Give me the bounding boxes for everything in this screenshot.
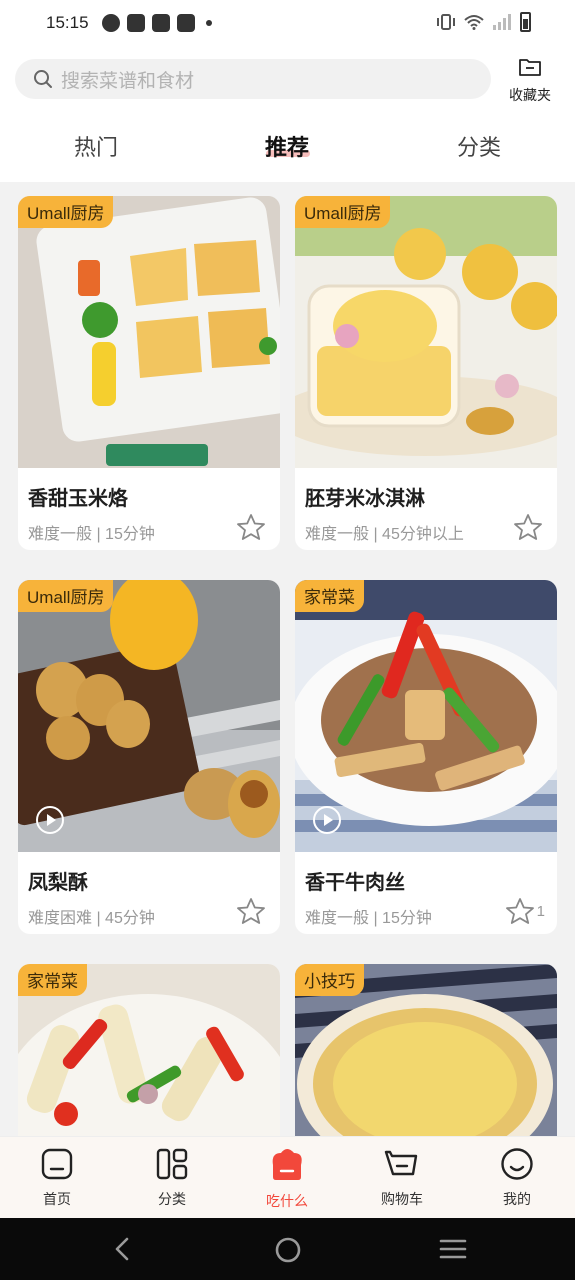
recipe-title: 凤梨酥	[28, 872, 88, 894]
status-time: 15:15	[46, 13, 89, 32]
nav-cart[interactable]: 购物车	[362, 1147, 442, 1209]
favorites-button[interactable]: 收藏夹	[505, 56, 555, 105]
signal-icon	[493, 14, 511, 30]
recipe-badge: Umall厨房	[295, 196, 391, 228]
tab-categories[interactable]: 分类	[429, 130, 529, 162]
video-play-icon	[36, 806, 64, 834]
ice-cream-photo	[295, 196, 557, 468]
tab-recommended[interactable]: 推荐	[237, 130, 337, 162]
star-icon	[237, 514, 265, 540]
recipe-feed[interactable]: Umall厨房 香甜玉米烙 难度一般 | 15分钟 Umall厨房 胚芽米冰淇淋…	[0, 182, 575, 1136]
recipe-meta: 难度一般 | 15分钟 1	[305, 898, 557, 934]
folder-icon	[519, 59, 541, 76]
notification-app-icon	[127, 14, 145, 32]
recipe-image: 家常菜	[295, 580, 557, 852]
video-play-icon	[313, 806, 341, 834]
search-icon	[34, 70, 52, 88]
recipe-difficulty-time: 难度一般 | 45分钟以上	[305, 526, 464, 543]
nav-what-to-eat-label: 吃什么	[266, 1193, 308, 1209]
corn-pancake-photo	[18, 196, 280, 468]
clock-app-icon	[102, 14, 120, 32]
status-bar: 15:15	[0, 0, 575, 46]
favorites-label: 收藏夹	[509, 87, 551, 103]
recipe-badge: Umall厨房	[18, 196, 114, 228]
nav-category-label: 分类	[158, 1191, 186, 1207]
recipe-image: Umall厨房	[295, 196, 557, 468]
nav-category[interactable]: 分类	[132, 1147, 212, 1209]
nav-profile[interactable]: 我的	[477, 1147, 557, 1209]
bottom-navigation: 首页 分类 吃什么 购物车 我的	[0, 1136, 575, 1218]
wifi-icon	[464, 15, 484, 30]
recipe-image: 家常菜	[18, 964, 280, 1136]
star-icon	[514, 514, 542, 540]
recipe-meta: 难度一般 | 45分钟以上	[305, 514, 557, 550]
category-tabs: 热门 推荐 分类	[0, 130, 575, 170]
recipe-image: 小技巧	[295, 964, 557, 1136]
recipe-title: 胚芽米冰淇淋	[305, 488, 425, 510]
nav-profile-label: 我的	[503, 1191, 531, 1207]
profile-icon	[501, 1148, 533, 1180]
recipe-badge: 小技巧	[295, 964, 364, 996]
nav-cart-label: 购物车	[381, 1191, 423, 1207]
recipe-badge: 家常菜	[18, 964, 87, 996]
recipe-card[interactable]: 家常菜 香干牛肉丝 难度一般 | 15分钟 1	[295, 580, 557, 934]
home-icon	[41, 1148, 73, 1180]
recipe-card[interactable]: Umall厨房 凤梨酥 难度困难 | 45分钟	[18, 580, 280, 934]
chef-hat-icon	[272, 1149, 302, 1180]
recipe-card[interactable]: 家常菜	[18, 964, 280, 1136]
tab-hot[interactable]: 热门	[46, 130, 146, 162]
star-icon	[505, 898, 534, 924]
search-bar[interactable]: 搜索菜谱和食材	[15, 59, 491, 99]
home-circle-icon[interactable]	[274, 1236, 302, 1264]
header: 搜索菜谱和食材 收藏夹 热门 推荐 分类	[0, 46, 575, 182]
vibrate-icon	[437, 14, 455, 30]
recipe-meta: 难度困难 | 45分钟	[28, 898, 280, 934]
search-placeholder: 搜索菜谱和食材	[61, 70, 195, 92]
recipe-difficulty-time: 难度一般 | 15分钟	[28, 526, 155, 543]
recipe-image: Umall厨房	[18, 196, 280, 468]
system-status-icons	[436, 12, 531, 32]
category-icon	[156, 1148, 188, 1180]
recipe-badge: Umall厨房	[18, 580, 114, 612]
favorite-toggle[interactable]	[236, 513, 268, 541]
notification-app-icon	[152, 14, 170, 32]
nav-home[interactable]: 首页	[17, 1147, 97, 1209]
notification-icons	[102, 14, 212, 32]
battery-icon	[520, 12, 531, 32]
recipe-badge: 家常菜	[295, 580, 364, 612]
recents-menu-icon[interactable]	[439, 1236, 467, 1262]
favorite-toggle[interactable]	[236, 897, 268, 925]
recipe-title: 香干牛肉丝	[305, 872, 405, 894]
recipe-difficulty-time: 难度困难 | 45分钟	[28, 910, 155, 927]
favorite-toggle[interactable]	[513, 513, 545, 541]
nav-what-to-eat[interactable]: 吃什么	[247, 1147, 327, 1211]
recipe-meta: 难度一般 | 15分钟	[28, 514, 280, 550]
favorite-count: 1	[536, 902, 545, 920]
nav-home-label: 首页	[43, 1191, 71, 1207]
recipe-image: Umall厨房	[18, 580, 280, 852]
recipe-title: 香甜玉米烙	[28, 488, 128, 510]
favorite-toggle[interactable]: 1	[505, 897, 545, 925]
recipe-card[interactable]: Umall厨房 胚芽米冰淇淋 难度一般 | 45分钟以上	[295, 196, 557, 550]
star-icon	[237, 898, 265, 924]
notification-app-icon	[177, 14, 195, 32]
more-notifications-dot	[206, 20, 212, 26]
system-navigation-bar	[0, 1218, 575, 1280]
back-icon[interactable]	[112, 1236, 132, 1262]
recipe-card[interactable]: Umall厨房 香甜玉米烙 难度一般 | 15分钟	[18, 196, 280, 550]
recipe-difficulty-time: 难度一般 | 15分钟	[305, 910, 432, 927]
cart-icon	[384, 1150, 418, 1176]
recipe-card[interactable]: 小技巧	[295, 964, 557, 1136]
